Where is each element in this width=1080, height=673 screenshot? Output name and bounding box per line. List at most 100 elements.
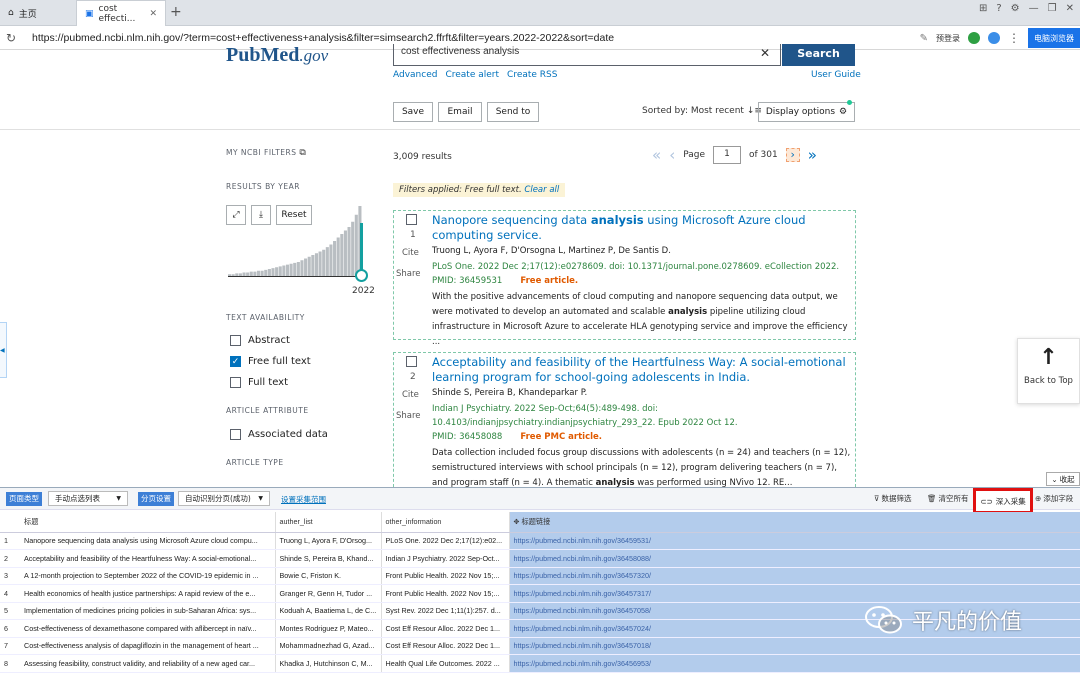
- help-icon[interactable]: ?: [996, 3, 1001, 14]
- article-citation: Indian J Psychiatry. 2022 Sep-Oct;64(5):…: [432, 404, 738, 428]
- back-to-top-button[interactable]: ↑ Back to Top: [1017, 338, 1080, 404]
- sidebar-toggle[interactable]: ◀: [0, 322, 7, 378]
- cell-link[interactable]: https://pubmed.ncbi.nlm.nih.gov/36459531…: [509, 532, 1080, 550]
- email-button[interactable]: Email: [438, 102, 482, 122]
- cell-title: Acceptability and feasibility of the Hea…: [20, 549, 276, 568]
- cell-link[interactable]: https://pubmed.ncbi.nlm.nih.gov/36457018…: [509, 637, 1080, 655]
- next-page-icon[interactable]: ›: [785, 148, 800, 162]
- cell-link[interactable]: https://pubmed.ncbi.nlm.nih.gov/36458088…: [509, 549, 1080, 568]
- create-alert-link[interactable]: Create alert: [445, 70, 499, 80]
- abstract-filter[interactable]: Abstract: [230, 335, 290, 346]
- share-button[interactable]: Share: [396, 269, 421, 279]
- article-title-link[interactable]: Nanopore sequencing data analysis using …: [432, 213, 852, 243]
- menu-icon[interactable]: ⋮: [1008, 31, 1020, 45]
- year-bar: [300, 260, 304, 276]
- row-index: 2: [0, 549, 20, 568]
- associated-data-filter[interactable]: Associated data: [230, 429, 328, 440]
- data-filter-button[interactable]: ⊽ 数据筛选: [874, 493, 912, 504]
- row-index: 7: [0, 637, 20, 655]
- row-index: 6: [0, 619, 20, 638]
- first-page-icon[interactable]: «: [652, 146, 661, 164]
- clear-search-icon[interactable]: ✕: [760, 46, 770, 60]
- advanced-link[interactable]: Advanced: [393, 70, 437, 80]
- sort-dropdown[interactable]: Sorted by: Most recent ↓≡: [642, 106, 762, 116]
- clear-all-button[interactable]: 🗑 清空所有: [927, 493, 969, 504]
- add-field-button[interactable]: ⊕ 添加字段: [1035, 493, 1073, 504]
- pubmed-logo[interactable]: PubMed.gov: [226, 44, 328, 67]
- page-type-select[interactable]: 手动点选列表 ▼: [48, 491, 128, 506]
- send-to-button[interactable]: Send to: [487, 102, 539, 122]
- tab-home[interactable]: ⌂ 主页: [0, 0, 70, 26]
- last-page-icon[interactable]: »: [808, 146, 817, 164]
- deep-collect-button[interactable]: ⊂⊃ 深入采集: [973, 488, 1033, 514]
- paging-select[interactable]: 自动识别分页(成功) ▼: [178, 491, 270, 506]
- free-full-text-checkbox[interactable]: ✓: [230, 356, 241, 367]
- page-icon: ▣: [85, 8, 94, 19]
- cell-link[interactable]: https://pubmed.ncbi.nlm.nih.gov/36457317…: [509, 584, 1080, 603]
- login-button[interactable]: 预登录: [936, 33, 960, 44]
- cell-link[interactable]: https://pubmed.ncbi.nlm.nih.gov/36456953…: [509, 654, 1080, 673]
- column-header-link[interactable]: ✥ 标题链接: [509, 512, 1080, 533]
- close-tab-icon[interactable]: ✕: [149, 9, 157, 19]
- abstract-checkbox[interactable]: [230, 335, 241, 346]
- row-index: 3: [0, 567, 20, 585]
- year-bar: [343, 230, 347, 276]
- url-input[interactable]: https://pubmed.ncbi.nlm.nih.gov/?term=co…: [32, 32, 882, 44]
- column-header[interactable]: other_information: [381, 512, 510, 533]
- scraper-toolbar: 页面类型 手动点选列表 ▼ 分页设置 自动识别分页(成功) ▼ 设置采集范围 ⊽ 数据…: [0, 488, 1080, 510]
- tab-pubmed[interactable]: ▣ cost effecti... ✕: [76, 0, 166, 26]
- table-row[interactable]: 8 Assessing feasibility, construct validi…: [0, 654, 1080, 673]
- search-button[interactable]: Search: [782, 44, 855, 66]
- column-header[interactable]: 标题: [20, 512, 276, 533]
- table-row[interactable]: 3A 12-month projection to September 2022…: [0, 567, 1080, 585]
- full-text-filter[interactable]: Full text: [230, 377, 288, 388]
- cell-link[interactable]: https://pubmed.ncbi.nlm.nih.gov/36457320…: [509, 567, 1080, 585]
- column-header[interactable]: auther_list: [275, 512, 382, 533]
- article-pmid: PMID: 36458088 Free PMC article.: [432, 432, 603, 442]
- cite-button[interactable]: Cite: [402, 390, 419, 400]
- my-ncbi-filters-heading[interactable]: MY NCBI FILTERS ⧉: [226, 148, 306, 158]
- share-button[interactable]: Share: [396, 411, 421, 421]
- year-bar: [293, 262, 297, 277]
- article-checkbox[interactable]: [406, 214, 417, 225]
- year-slider-handle[interactable]: [355, 269, 368, 282]
- search-input[interactable]: cost effectiveness analysis: [393, 44, 781, 66]
- new-tab-icon[interactable]: +: [170, 4, 182, 20]
- cite-button[interactable]: Cite: [402, 248, 419, 258]
- collapse-button[interactable]: ⌄ 收起: [1046, 472, 1080, 486]
- clear-all-link[interactable]: Clear all: [524, 185, 559, 195]
- table-row[interactable]: 2 Acceptability and feasibility of the He…: [0, 549, 1080, 568]
- year-histogram[interactable]: [228, 205, 368, 285]
- article-checkbox[interactable]: [406, 356, 417, 367]
- cell-title: Cost-effectiveness analysis of dapaglifl…: [20, 637, 276, 655]
- restore-icon[interactable]: ❐: [1048, 3, 1057, 14]
- free-full-text-filter[interactable]: ✓ Free full text: [230, 356, 311, 367]
- edit-icon[interactable]: ✎: [920, 33, 928, 44]
- cell-other-info: Front Public Health. 2022 Nov 15;...: [381, 567, 510, 585]
- tab-pubmed-label: cost effecti...: [98, 3, 136, 24]
- browser-mode-button[interactable]: 电脑浏览器: [1028, 28, 1080, 48]
- paging-value: 自动识别分页(成功): [185, 494, 251, 503]
- minimize-icon[interactable]: —: [1029, 3, 1039, 14]
- close-window-icon[interactable]: ✕: [1066, 3, 1074, 14]
- associated-data-checkbox[interactable]: [230, 429, 241, 440]
- prev-page-icon[interactable]: ‹: [669, 146, 675, 164]
- article-snippet: Data collection included focus group dis…: [432, 448, 851, 487]
- create-rss-link[interactable]: Create RSS: [507, 70, 557, 80]
- user-guide-link[interactable]: User Guide: [811, 70, 861, 80]
- table-row[interactable]: 7 Cost-effectiveness analysis of dapaglif…: [0, 637, 1080, 655]
- page-input[interactable]: 1: [712, 146, 741, 164]
- article-title-link[interactable]: Acceptability and feasibility of the Hea…: [432, 355, 852, 385]
- set-range-link[interactable]: 设置采集范围: [281, 494, 326, 505]
- gift-icon[interactable]: ⊞: [979, 3, 987, 14]
- table-row[interactable]: 1 Nanopore sequencing data analysis using…: [0, 532, 1080, 550]
- deep-collect-label: 深入采集: [995, 496, 1026, 506]
- reload-icon[interactable]: ↻: [0, 31, 22, 45]
- settings-icon[interactable]: ⚙: [1011, 3, 1020, 14]
- display-options-button[interactable]: Display options ⚙: [758, 100, 855, 122]
- full-text-checkbox[interactable]: [230, 377, 241, 388]
- save-button[interactable]: Save: [393, 102, 433, 122]
- table-row[interactable]: 4 Health economics of health justice part…: [0, 584, 1080, 603]
- extension-blue-icon[interactable]: [988, 32, 1000, 44]
- extension-green-icon[interactable]: [968, 32, 980, 44]
